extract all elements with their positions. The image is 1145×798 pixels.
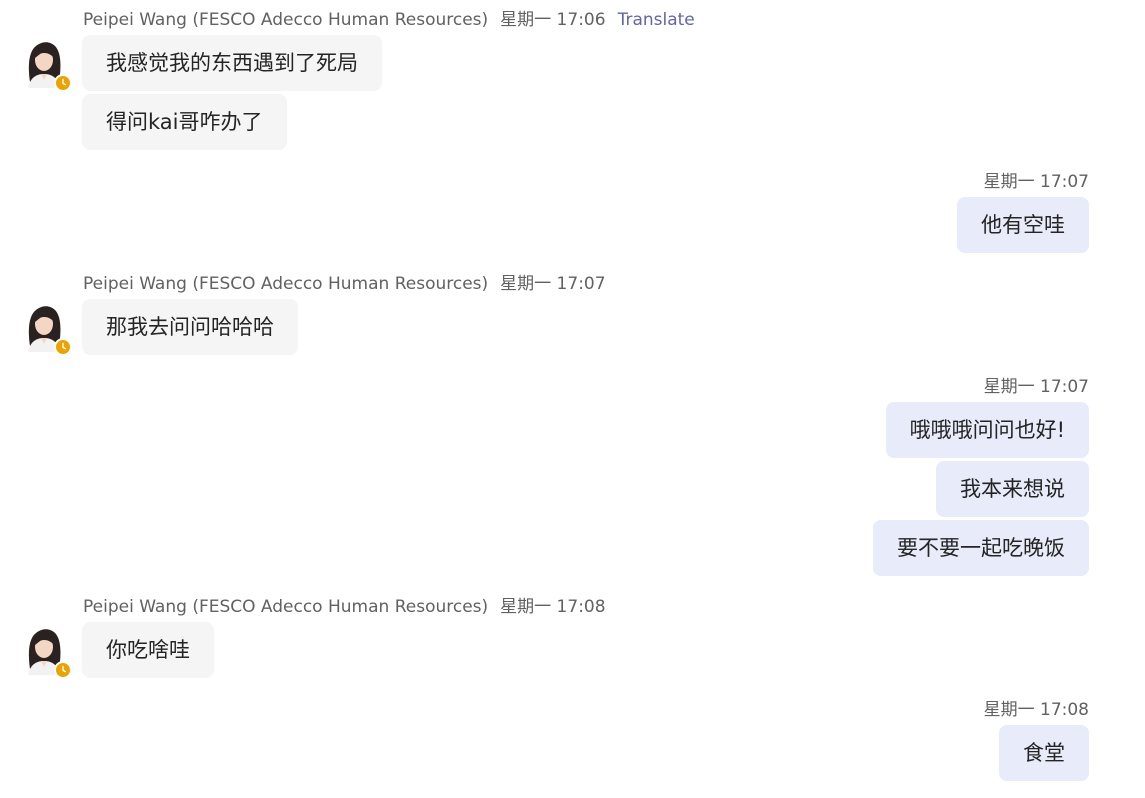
outgoing-message[interactable]: 食堂 bbox=[999, 725, 1089, 781]
outgoing-message[interactable]: 要不要一起吃晚饭 bbox=[873, 520, 1089, 576]
message-header: Peipei Wang (FESCO Adecco Human Resource… bbox=[83, 596, 606, 618]
message-header: Peipei Wang (FESCO Adecco Human Resource… bbox=[83, 273, 606, 295]
message-timestamp: 星期一 17:07 bbox=[500, 274, 606, 294]
sender-avatar[interactable] bbox=[22, 625, 72, 679]
chat-thread: Peipei Wang (FESCO Adecco Human Resource… bbox=[0, 0, 1145, 798]
sender-name[interactable]: Peipei Wang (FESCO Adecco Human Resource… bbox=[83, 274, 488, 294]
outgoing-message[interactable]: 他有空哇 bbox=[957, 197, 1089, 253]
incoming-message[interactable]: 我感觉我的东西遇到了死局 bbox=[82, 35, 382, 91]
message-timestamp: 星期一 17:08 bbox=[500, 597, 606, 617]
sender-avatar[interactable] bbox=[22, 302, 72, 356]
incoming-message[interactable]: 你吃啥哇 bbox=[82, 622, 214, 678]
message-timestamp: 星期一 17:06 bbox=[500, 10, 606, 30]
message-timestamp: 星期一 17:07 bbox=[983, 172, 1089, 192]
message-timestamp: 星期一 17:08 bbox=[983, 700, 1089, 720]
incoming-message[interactable]: 得问kai哥咋办了 bbox=[82, 94, 287, 150]
away-status-icon bbox=[54, 338, 72, 356]
away-status-icon bbox=[54, 661, 72, 679]
away-status-icon bbox=[54, 74, 72, 92]
sender-avatar[interactable] bbox=[22, 38, 72, 92]
sender-name[interactable]: Peipei Wang (FESCO Adecco Human Resource… bbox=[83, 597, 488, 617]
incoming-message[interactable]: 那我去问问哈哈哈 bbox=[82, 299, 298, 355]
message-timestamp: 星期一 17:07 bbox=[983, 377, 1089, 397]
message-header: Peipei Wang (FESCO Adecco Human Resource… bbox=[83, 9, 695, 31]
translate-link[interactable]: Translate bbox=[618, 10, 695, 30]
sender-name[interactable]: Peipei Wang (FESCO Adecco Human Resource… bbox=[83, 10, 488, 30]
outgoing-message[interactable]: 哦哦哦问问也好! bbox=[885, 402, 1089, 458]
outgoing-message[interactable]: 我本来想说 bbox=[936, 461, 1089, 517]
